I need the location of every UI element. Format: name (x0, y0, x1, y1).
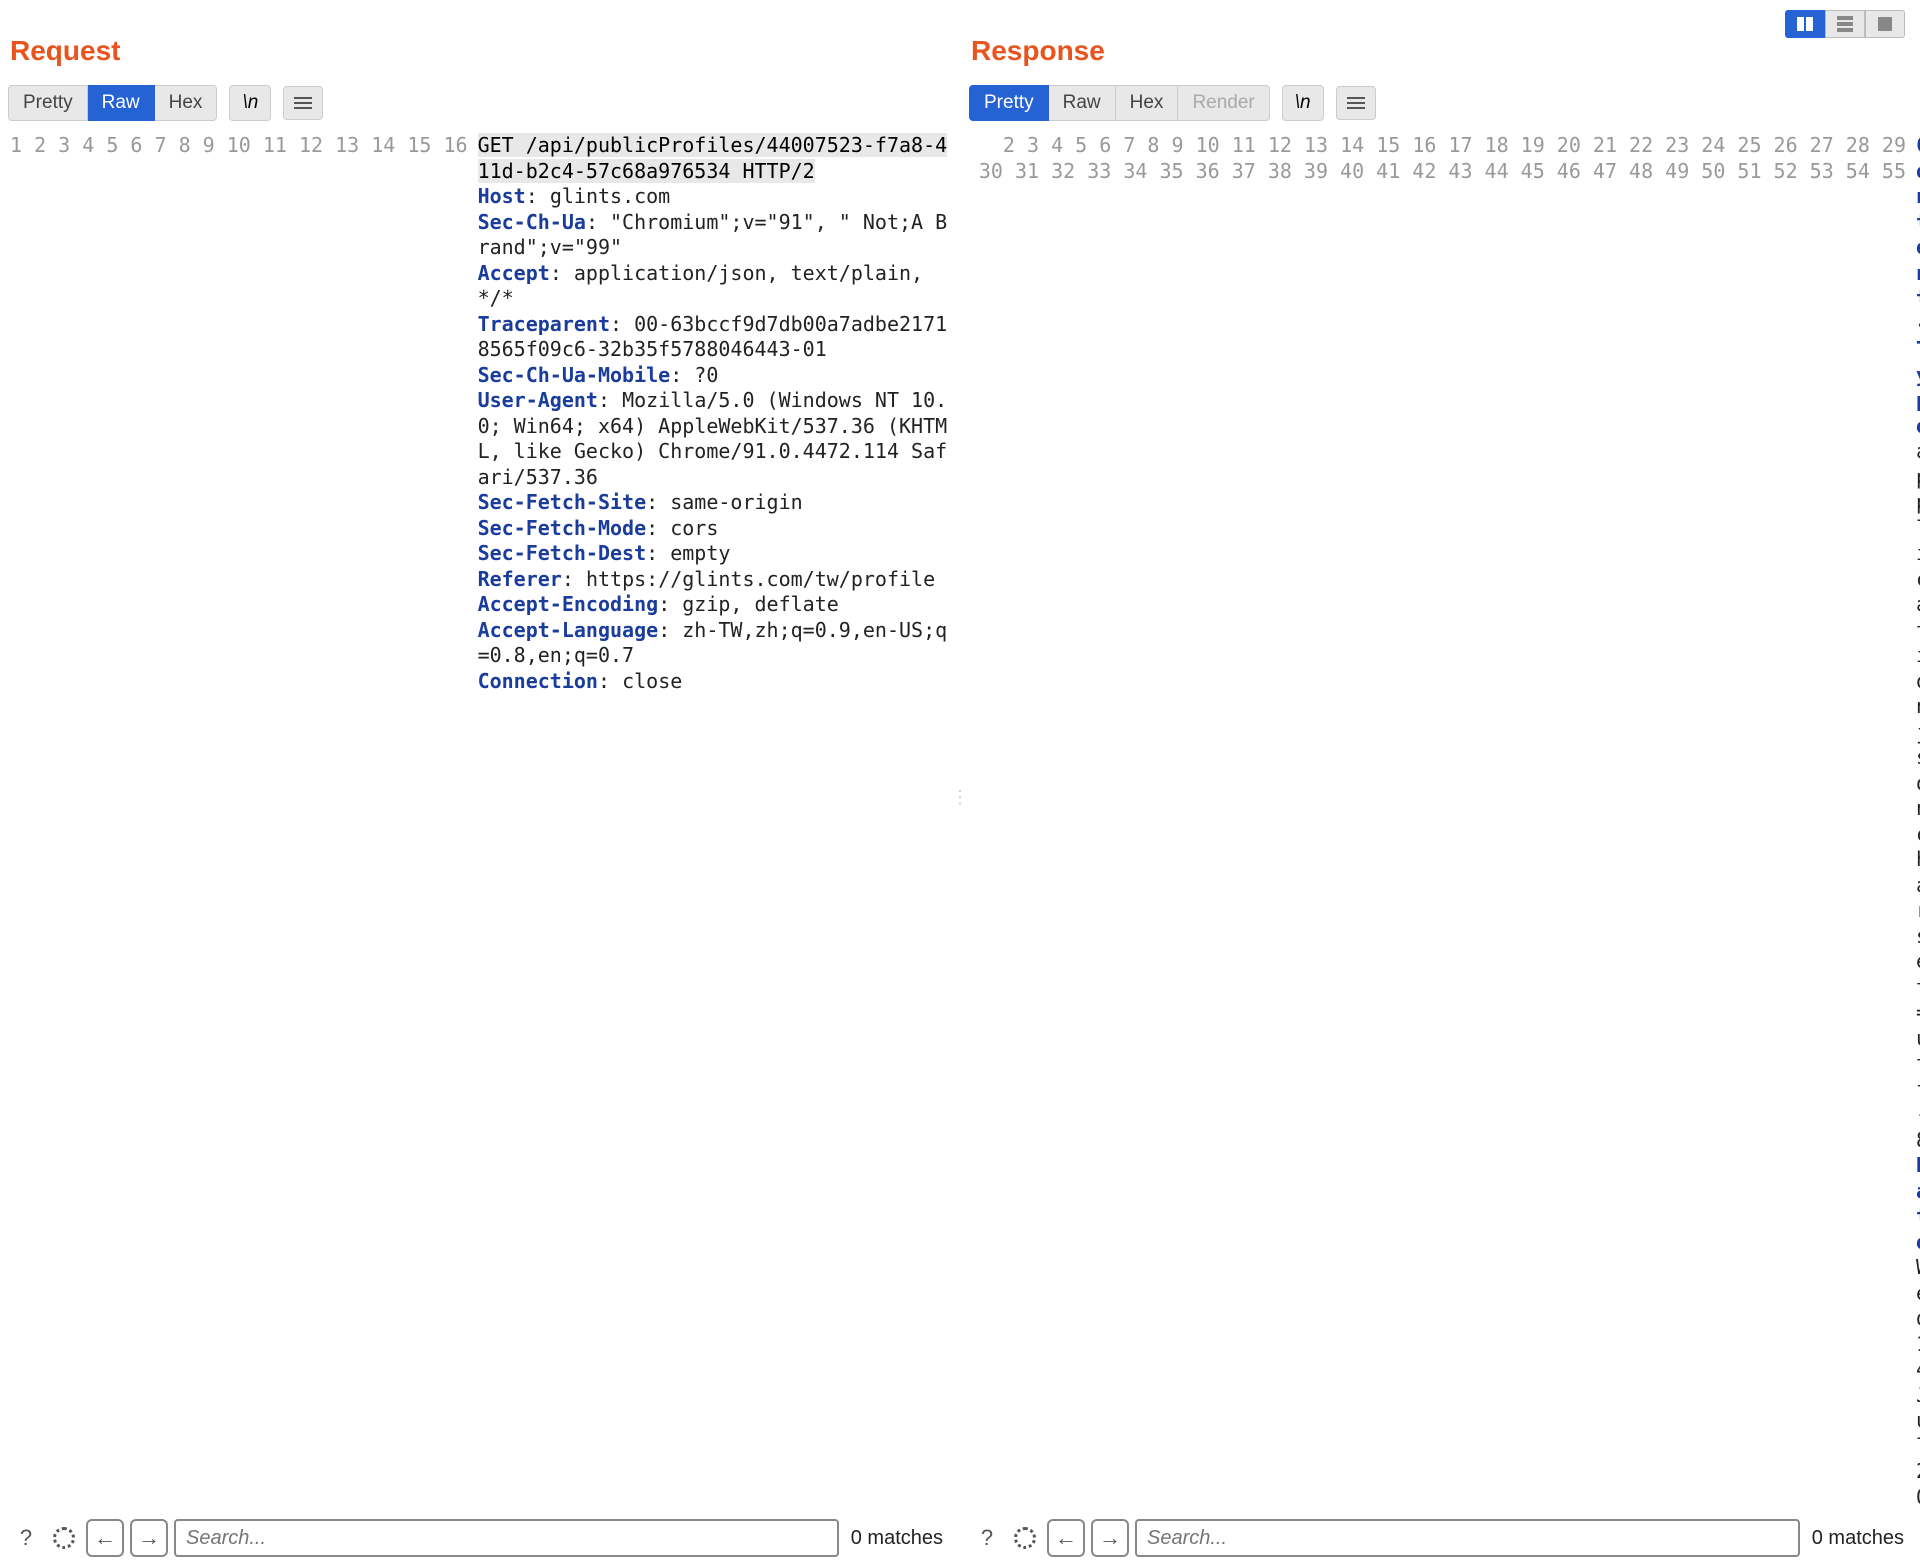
response-title: Response (961, 0, 1920, 85)
request-gutter: 1 2 3 4 5 6 7 8 9 10 11 12 13 14 15 16 (0, 129, 474, 1511)
next-match-button[interactable]: → (1091, 1519, 1129, 1557)
help-icon[interactable]: ? (971, 1519, 1003, 1557)
request-footer: ? ← → 0 matches (0, 1511, 959, 1565)
tab-pretty[interactable]: Pretty (8, 85, 88, 121)
tab-hex[interactable]: Hex (1116, 85, 1179, 121)
request-editor[interactable]: 1 2 3 4 5 6 7 8 9 10 11 12 13 14 15 16 G… (0, 129, 959, 1511)
response-code[interactable]: Content-Type: application/json; charset=… (1912, 129, 1920, 1511)
request-title: Request (0, 0, 959, 85)
wrap-toggle-button[interactable]: \n (1282, 85, 1324, 121)
response-search-input[interactable] (1135, 1519, 1800, 1557)
help-icon[interactable]: ? (10, 1519, 42, 1557)
prev-match-button[interactable]: ← (86, 1519, 124, 1557)
tab-pretty[interactable]: Pretty (969, 85, 1049, 121)
request-tabs: PrettyRawHex (8, 85, 217, 121)
request-menu-button[interactable] (283, 86, 323, 120)
request-panel: Request PrettyRawHex \n 1 2 3 4 5 6 7 8 … (0, 0, 959, 1565)
layout-single-button[interactable] (1865, 10, 1905, 38)
response-match-count: 0 matches (1806, 1527, 1910, 1550)
gear-icon[interactable] (1009, 1519, 1041, 1557)
response-tabs: PrettyRawHexRender (969, 85, 1270, 121)
request-toolbar: PrettyRawHex \n (0, 85, 959, 129)
tab-render[interactable]: Render (1178, 85, 1269, 121)
response-editor[interactable]: 2 3 4 5 6 7 8 9 10 11 12 13 14 15 16 17 … (961, 129, 1920, 1511)
wrap-toggle-button[interactable]: \n (229, 85, 271, 121)
tab-raw[interactable]: Raw (1049, 85, 1116, 121)
tab-hex[interactable]: Hex (155, 85, 218, 121)
next-match-button[interactable]: → (130, 1519, 168, 1557)
response-panel: Response PrettyRawHexRender \n 2 3 4 5 6… (961, 0, 1920, 1565)
response-footer: ? ← → 0 matches (961, 1511, 1920, 1565)
layout-controls (1785, 10, 1905, 38)
layout-stack-button[interactable] (1825, 10, 1865, 38)
request-code[interactable]: GET /api/publicProfiles/44007523-f7a8-41… (474, 129, 959, 1511)
gear-icon[interactable] (48, 1519, 80, 1557)
prev-match-button[interactable]: ← (1047, 1519, 1085, 1557)
response-toolbar: PrettyRawHexRender \n (961, 85, 1920, 129)
request-search-input[interactable] (174, 1519, 839, 1557)
response-gutter: 2 3 4 5 6 7 8 9 10 11 12 13 14 15 16 17 … (961, 129, 1912, 1511)
tab-raw[interactable]: Raw (88, 85, 155, 121)
request-match-count: 0 matches (845, 1527, 949, 1550)
response-menu-button[interactable] (1336, 86, 1376, 120)
layout-split-button[interactable] (1785, 10, 1825, 38)
